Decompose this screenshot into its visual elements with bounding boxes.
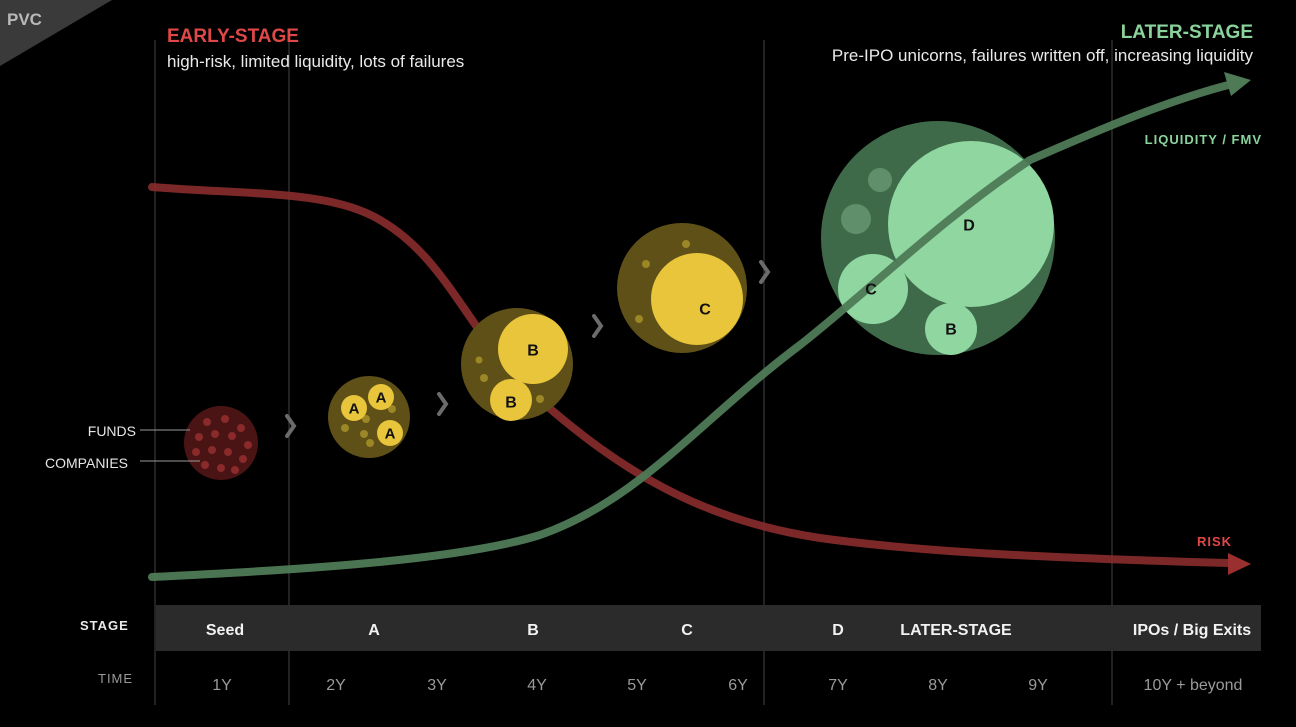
later-stage-small-dot — [841, 204, 871, 234]
funds-label: FUNDS — [87, 423, 136, 439]
stage-ipo: IPOs / Big Exits — [1132, 622, 1252, 639]
chevron-right-icon — [285, 414, 297, 438]
time-8y: 8Y — [928, 677, 948, 694]
chevron-right-icon — [437, 392, 449, 416]
later-stage-subtitle: Pre-IPO unicorns, failures written off, … — [831, 46, 1253, 65]
round-a-bubble — [328, 376, 410, 458]
time-7y: 7Y — [828, 677, 848, 694]
risk-label: RISK — [1196, 534, 1232, 549]
companies-label: COMPANIES — [45, 455, 128, 471]
early-stage-title: EARLY-STAGE — [167, 26, 299, 47]
bubble-b-small-label: B — [505, 395, 517, 412]
chevron-right-icon — [592, 314, 604, 338]
bubble-a-2-label: A — [376, 390, 387, 407]
dot — [480, 374, 488, 382]
early-stage-subtitle: high-risk, limited liquidity, lots of fa… — [167, 52, 465, 71]
time-10y-beyond: 10Y + beyond — [1143, 677, 1243, 694]
bubble-b-large-label: B — [527, 343, 539, 360]
time-5y: 5Y — [627, 677, 647, 694]
stage-seed: Seed — [205, 622, 245, 639]
dot — [682, 240, 690, 248]
round-b-bubble — [461, 308, 573, 421]
bubble-a-1-label: A — [349, 401, 360, 418]
dot — [360, 430, 368, 438]
dot — [475, 356, 483, 364]
bubble-a-3-label: A — [385, 426, 396, 443]
later-stage-bubble-cluster — [821, 121, 1055, 355]
round-c-bubble — [617, 223, 747, 353]
time-3y: 3Y — [427, 677, 447, 694]
later-stage-small-dot — [868, 168, 892, 192]
dot — [536, 395, 544, 403]
stage-c: C — [681, 622, 693, 639]
stage-d: D — [832, 622, 844, 639]
bubble-c — [651, 253, 743, 345]
stage-b: B — [527, 622, 539, 639]
dot — [341, 424, 349, 432]
time-6y: 6Y — [728, 677, 748, 694]
later-stage-title: LATER-STAGE — [1120, 22, 1253, 43]
dot — [635, 315, 643, 323]
time-4y: 4Y — [527, 677, 547, 694]
bubble-later-b-label: B — [945, 322, 957, 339]
liquidity-arrowhead — [1224, 72, 1251, 96]
stage-a: A — [368, 622, 380, 639]
seed-bubble — [184, 406, 258, 480]
risk-arrowhead — [1228, 553, 1251, 575]
time-axis-label: TIME — [98, 671, 134, 686]
dot — [366, 439, 374, 447]
bubble-later-d-label: D — [963, 218, 975, 235]
time-1y: 1Y — [212, 677, 232, 694]
stage-axis-label: STAGE — [80, 618, 129, 633]
stage-bar — [156, 605, 1261, 651]
stage-later: LATER-STAGE — [900, 622, 1012, 639]
dot — [642, 260, 650, 268]
bubble-c-label: C — [699, 302, 711, 319]
time-9y: 9Y — [1028, 677, 1048, 694]
liquidity-label: LIQUIDITY / FMV — [1144, 132, 1262, 147]
bubble-later-c-label: C — [865, 282, 877, 299]
time-2y: 2Y — [326, 677, 346, 694]
